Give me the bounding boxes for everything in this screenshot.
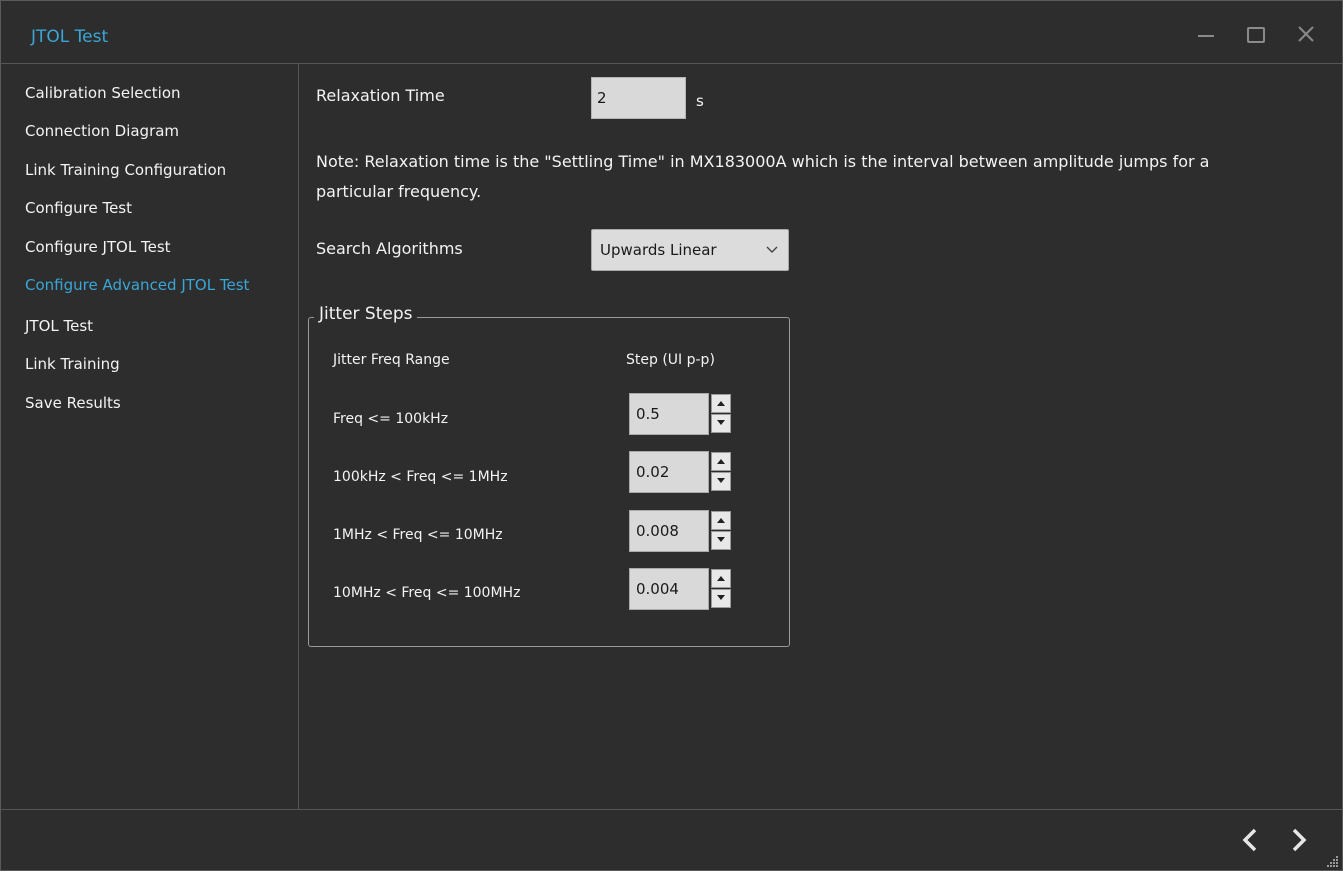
sidebar-item-link-training[interactable]: Link Training [25, 355, 120, 373]
arrow-down-icon [717, 420, 725, 425]
step-value-field[interactable]: 0.004 [629, 568, 709, 610]
spin-down-button[interactable] [711, 414, 731, 433]
row-range-label: Freq <= 100kHz [333, 411, 449, 427]
relaxation-time-label: Relaxation Time [316, 86, 445, 105]
spin-up-button[interactable] [711, 452, 731, 471]
spin-down-button[interactable] [711, 472, 731, 491]
arrow-up-icon [717, 459, 725, 464]
arrow-down-icon [717, 478, 725, 483]
search-algorithm-value: Upwards Linear [600, 241, 717, 259]
relaxation-time-input[interactable] [591, 77, 686, 119]
spin-down-button[interactable] [711, 531, 731, 550]
maximize-icon [1247, 27, 1265, 43]
sidebar-nav: Calibration Selection Connection Diagram… [1, 64, 299, 809]
sidebar-item-configure-advanced-jtol-test[interactable]: Configure Advanced JTOL Test [25, 276, 249, 294]
close-icon [1298, 26, 1314, 42]
row-range-label: 100kHz < Freq <= 1MHz [333, 469, 508, 485]
jtol-window: JTOL Test Calibration Selection Connecti… [0, 0, 1343, 871]
step-value-field[interactable]: 0.5 [629, 393, 709, 435]
sidebar-item-jtol-test[interactable]: JTOL Test [25, 317, 93, 335]
window-title: JTOL Test [31, 27, 109, 47]
search-algorithms-label: Search Algorithms [316, 239, 463, 258]
arrow-down-icon [717, 595, 725, 600]
arrow-up-icon [717, 518, 725, 523]
main-content: Relaxation Time s Note: Relaxation time … [300, 64, 1342, 809]
step-spinbox[interactable]: 0.5 [629, 393, 733, 435]
note-text-line2: particular frequency. [316, 182, 482, 201]
maximize-button[interactable] [1244, 23, 1266, 45]
arrow-up-icon [717, 576, 725, 581]
chevron-left-icon [1242, 828, 1257, 852]
title-bar: JTOL Test [1, 1, 1342, 64]
step-value-field[interactable]: 0.02 [629, 451, 709, 493]
spin-down-button[interactable] [711, 589, 731, 608]
footer-bar [1, 809, 1342, 871]
arrow-down-icon [717, 537, 725, 542]
sidebar-item-connection-diagram[interactable]: Connection Diagram [25, 122, 179, 140]
sidebar-item-configure-test[interactable]: Configure Test [25, 199, 132, 217]
spin-up-button[interactable] [711, 569, 731, 588]
chevron-down-icon [766, 246, 778, 253]
search-algorithm-select[interactable]: Upwards Linear [591, 229, 789, 271]
step-spinbox[interactable]: 0.004 [629, 568, 733, 610]
row-range-label: 1MHz < Freq <= 10MHz [333, 527, 503, 543]
sidebar-item-save-results[interactable]: Save Results [25, 394, 121, 412]
relaxation-time-unit: s [696, 92, 704, 110]
next-button[interactable] [1286, 826, 1310, 854]
col-header-step: Step (UI p-p) [626, 352, 715, 368]
note-text-line1: Note: Relaxation time is the "Settling T… [316, 152, 1210, 171]
step-spinbox[interactable]: 0.008 [629, 510, 733, 552]
step-spinbox[interactable]: 0.02 [629, 451, 733, 493]
step-value-field[interactable]: 0.008 [629, 510, 709, 552]
spin-up-button[interactable] [711, 511, 731, 530]
chevron-right-icon [1292, 828, 1307, 852]
previous-button[interactable] [1239, 826, 1263, 854]
col-header-jitter-freq-range: Jitter Freq Range [333, 352, 450, 368]
close-button[interactable] [1295, 23, 1317, 45]
sidebar-item-calibration-selection[interactable]: Calibration Selection [25, 84, 181, 102]
spin-up-button[interactable] [711, 394, 731, 413]
arrow-up-icon [717, 401, 725, 406]
minimize-button[interactable] [1195, 23, 1217, 45]
resize-grip-icon[interactable] [1324, 854, 1340, 870]
row-range-label: 10MHz < Freq <= 100MHz [333, 585, 521, 601]
sidebar-item-configure-jtol-test[interactable]: Configure JTOL Test [25, 238, 171, 256]
minimize-icon [1198, 35, 1214, 37]
jitter-steps-title: Jitter Steps [314, 304, 418, 324]
sidebar-item-link-training-configuration[interactable]: Link Training Configuration [25, 161, 226, 179]
